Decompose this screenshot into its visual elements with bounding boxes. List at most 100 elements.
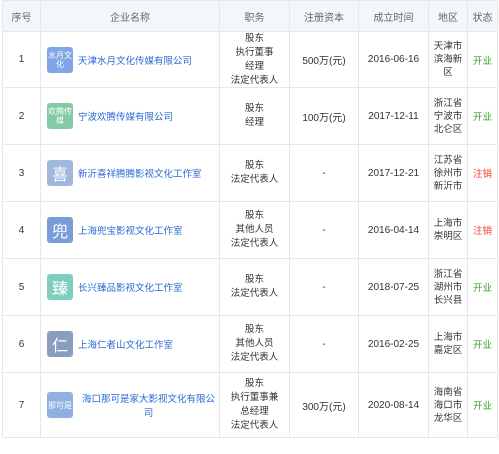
established-date: 2018-07-25 bbox=[359, 259, 429, 315]
table-row: 2 欢腾传媒 宁波欢腾传媒有限公司 股东 经理 100万(元) 2017-12-11 浙江省宁… bbox=[3, 88, 498, 145]
area-line: 新沂市 bbox=[433, 180, 463, 192]
header-status: 状态 bbox=[468, 1, 498, 31]
area-line: 湖州市 bbox=[433, 281, 463, 293]
role-cell: 股东 法定代表人 bbox=[220, 145, 290, 201]
area-text: 江苏省 徐州市 新沂市 bbox=[434, 154, 463, 193]
area-line: 北仑区 bbox=[433, 123, 463, 135]
area-line: 长兴县 bbox=[433, 294, 463, 306]
role-cell: 股东其他人员法定代表人 bbox=[220, 202, 290, 258]
area-text: 上海市 嘉定区 bbox=[434, 331, 463, 357]
area-text: 天津市 滨海新区 bbox=[434, 40, 463, 79]
role-item: 法定代表人 bbox=[230, 74, 279, 86]
registered-capital: 300万(元) bbox=[290, 373, 359, 437]
status-cell: 开业 bbox=[468, 316, 498, 372]
row-number: 2 bbox=[3, 88, 41, 144]
role-list: 股东 法定代表人 bbox=[231, 159, 279, 187]
role-item: 法定代表人 bbox=[230, 352, 279, 363]
status-cell: 注销 bbox=[468, 202, 498, 258]
company-logo: 臻 bbox=[47, 274, 73, 300]
established-date: 2020-08-14 bbox=[359, 373, 429, 437]
row-number: 3 bbox=[3, 145, 41, 201]
role-list: 股东执行董事兼总经理法定代表人 bbox=[231, 377, 279, 433]
area-line: 嘉定区 bbox=[433, 345, 463, 356]
table-row: 4 兜上海兜宝影视文化工作室 股东 其他人员 法定代表人 -2016-04-14 上海市 崇明… bbox=[3, 202, 498, 259]
role-item: 股东 bbox=[244, 32, 264, 44]
role-item: 法定代表人 bbox=[230, 238, 279, 249]
table-row: 5 臻长兴臻品影视文化工作室 股东 法定代表人 -2018-07-25 浙江省 湖州市 长兴县… bbox=[3, 259, 498, 316]
company-name-link[interactable]: 长兴臻品影视文化工作室 bbox=[78, 280, 183, 294]
company-cell: 兜上海兜宝影视文化工作室 bbox=[41, 202, 220, 258]
header-area: 地区 bbox=[429, 1, 468, 31]
header-role: 职务 bbox=[220, 1, 290, 31]
area-line: 区 bbox=[443, 67, 453, 78]
role-item: 股东 bbox=[244, 378, 264, 389]
area-line: 上海市 bbox=[433, 218, 463, 229]
company-cell: 水月文化 天津水月文化传媒有限公司 bbox=[41, 32, 220, 87]
table-row: 3 喜新沂喜祥腾腾影视文化工作室 股东 法定代表人 -2017-12-21 江苏省 徐州市新… bbox=[3, 145, 498, 202]
company-name-link[interactable]: 上海仁者山文化工作室 bbox=[78, 337, 173, 351]
role-item: 执行董事兼 bbox=[230, 392, 279, 403]
role-list: 股东 经理 bbox=[245, 102, 264, 130]
company-cell: 欢腾传媒 宁波欢腾传媒有限公司 bbox=[41, 88, 220, 144]
role-list: 股东 其他人员 法定代表人 bbox=[231, 323, 279, 365]
area-line: 海南省 bbox=[433, 386, 463, 398]
company-logo: 水月文化 bbox=[47, 46, 73, 73]
area-line: 海口市 bbox=[433, 399, 463, 411]
established-date: 2016-02-25 bbox=[359, 316, 429, 372]
established-date: 2017-12-11 bbox=[359, 88, 429, 144]
company-logo: 仁 bbox=[47, 331, 73, 357]
table-row: 7 那可是 海口那可是家大影视文化有限公司 股东 执行董事兼 总经理 法定代表人 300万(元… bbox=[3, 373, 498, 438]
role-cell: 股东执行董事兼总经理法定代表人 bbox=[220, 373, 290, 437]
status-cell: 开业 bbox=[468, 88, 498, 144]
established-date: 2017-12-21 bbox=[359, 145, 429, 201]
table-body: 1 水月文化 天津水月文化传媒有限公司 股东 执行董事 经理 法定代表人 500万(元) 201… bbox=[3, 32, 498, 438]
registered-capital: - bbox=[290, 259, 359, 315]
role-item: 经理 bbox=[244, 60, 264, 72]
company-logo: 欢腾传媒 bbox=[47, 103, 73, 129]
area-line: 江苏省 bbox=[433, 154, 463, 166]
registered-capital: - bbox=[290, 202, 359, 258]
status-cell: 开业 bbox=[468, 259, 498, 315]
role-item: 股东 bbox=[244, 210, 264, 221]
area-text: 浙江省 湖州市 长兴县 bbox=[434, 268, 463, 307]
role-list: 股东 执行董事 经理 法定代表人 bbox=[231, 32, 279, 88]
company-name-link[interactable]: 海口那可是家大影视文化有限公司 bbox=[78, 391, 219, 419]
company-table: 序号 企业名称 职务 注册资本 成立时间 地区 状态 1 水月文化 天津水月文化传媒… bbox=[2, 0, 498, 438]
area-line: 崇明区 bbox=[433, 231, 463, 242]
role-cell: 股东 经理 bbox=[220, 88, 290, 144]
header-capital: 注册资本 bbox=[290, 1, 359, 31]
established-date: 2016-04-14 bbox=[359, 202, 429, 258]
company-cell: 喜新沂喜祥腾腾影视文化工作室 bbox=[41, 145, 220, 201]
area-line: 浙江省 bbox=[433, 268, 463, 280]
role-item: 股东 bbox=[244, 103, 264, 114]
role-item: 股东 bbox=[244, 160, 264, 171]
area-cell: 上海市 嘉定区 bbox=[429, 316, 468, 372]
company-name-link[interactable]: 天津水月文化传媒有限公司 bbox=[78, 53, 192, 67]
role-cell: 股东 执行董事 经理 法定代表人 bbox=[220, 32, 290, 87]
role-item: 其他人员 bbox=[235, 338, 274, 349]
status-badge: 开业 bbox=[472, 340, 492, 351]
company-name-link[interactable]: 上海兜宝影视文化工作室 bbox=[78, 223, 183, 237]
established-date: 2016-06-16 bbox=[359, 32, 429, 87]
role-item: 法定代表人 bbox=[230, 174, 279, 185]
company-cell: 臻长兴臻品影视文化工作室 bbox=[41, 259, 220, 315]
area-line: 宁波市 bbox=[433, 110, 463, 122]
company-logo: 那可是 bbox=[47, 392, 73, 418]
role-item: 其他人员 bbox=[235, 224, 274, 235]
role-item: 法定代表人 bbox=[230, 420, 279, 431]
role-list: 股东其他人员法定代表人 bbox=[231, 209, 279, 251]
area-text: 上海市 崇明区 bbox=[434, 217, 463, 243]
header-no: 序号 bbox=[3, 1, 41, 31]
company-name-link[interactable]: 新沂喜祥腾腾影视文化工作室 bbox=[78, 166, 202, 180]
area-text: 海南省 海口市 龙华区 bbox=[434, 386, 463, 425]
status-badge: 开业 bbox=[472, 112, 492, 123]
status-cell: 开业 bbox=[468, 373, 498, 437]
row-number: 6 bbox=[3, 316, 41, 372]
company-name-link[interactable]: 宁波欢腾传媒有限公司 bbox=[78, 109, 173, 123]
role-item: 总经理 bbox=[240, 406, 269, 417]
area-line: 徐州市 bbox=[433, 167, 463, 179]
header-date: 成立时间 bbox=[359, 1, 429, 31]
registered-capital: 500万(元) bbox=[290, 32, 359, 87]
row-number: 7 bbox=[3, 373, 41, 437]
row-number: 1 bbox=[3, 32, 41, 87]
